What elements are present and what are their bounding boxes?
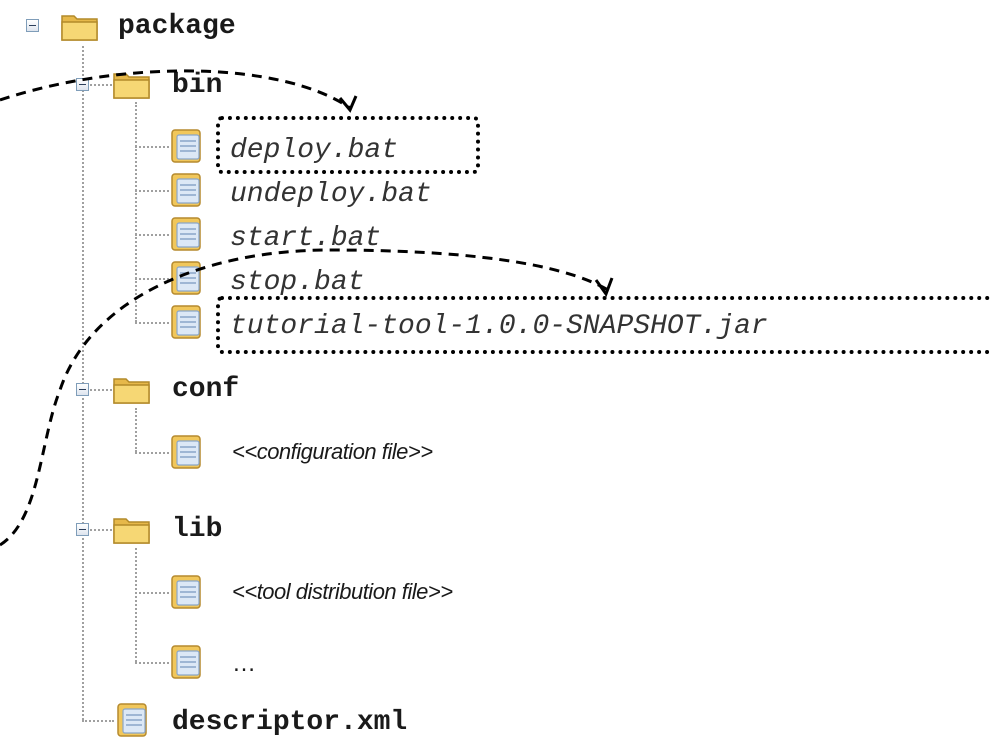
file-icon (171, 645, 201, 679)
file-icon (117, 703, 147, 737)
tree-line-bin (135, 102, 137, 322)
folder-label-conf[interactable]: conf (172, 367, 239, 411)
tree-line-lib (135, 548, 137, 662)
file-label-undeploy[interactable]: undeploy.bat (230, 172, 432, 216)
tree-line-lib-1 (135, 592, 169, 594)
file-icon (171, 173, 201, 207)
file-label-descriptor[interactable]: descriptor.xml (172, 700, 407, 744)
file-label-start[interactable]: start.bat (230, 216, 381, 260)
tree-line-root-descriptor (82, 720, 114, 722)
file-tree-diagram: package bin deploy.bat undeploy.bat star… (0, 0, 992, 749)
file-icon (171, 435, 201, 469)
folder-label-bin[interactable]: bin (172, 63, 222, 107)
tree-line-bin-4 (135, 278, 169, 280)
arrowhead-jar (594, 277, 614, 298)
folder-label-lib[interactable]: lib (172, 507, 222, 551)
file-icon (171, 217, 201, 251)
tree-line-lib-2 (135, 662, 169, 664)
file-icon (171, 129, 201, 163)
tree-line-bin-1 (135, 146, 169, 148)
tree-line-conf (135, 408, 137, 452)
arrowhead-deploy (338, 95, 358, 113)
folder-icon (61, 15, 98, 41)
tree-line-bin-3 (135, 234, 169, 236)
package-collapse-toggle[interactable] (26, 19, 39, 32)
folder-icon (113, 378, 150, 404)
bin-collapse-toggle[interactable] (76, 78, 89, 91)
highlight-box-deploy (216, 116, 480, 174)
highlight-box-jar (216, 296, 992, 354)
folder-icon (113, 73, 150, 99)
tree-line-conf-1 (135, 452, 169, 454)
file-label-ellipsis[interactable]: … (232, 642, 256, 686)
tree-line-bin-2 (135, 190, 169, 192)
lib-collapse-toggle[interactable] (76, 523, 89, 536)
file-icon (171, 305, 201, 339)
tree-line-bin-5 (135, 322, 169, 324)
file-icon (171, 575, 201, 609)
folder-label-package[interactable]: package (118, 4, 236, 48)
file-label-configuration[interactable]: <<configuration file>> (232, 430, 433, 474)
conf-collapse-toggle[interactable] (76, 383, 89, 396)
file-label-tool-distribution[interactable]: <<tool distribution file>> (232, 570, 453, 614)
folder-icon (113, 518, 150, 544)
file-icon (171, 261, 201, 295)
